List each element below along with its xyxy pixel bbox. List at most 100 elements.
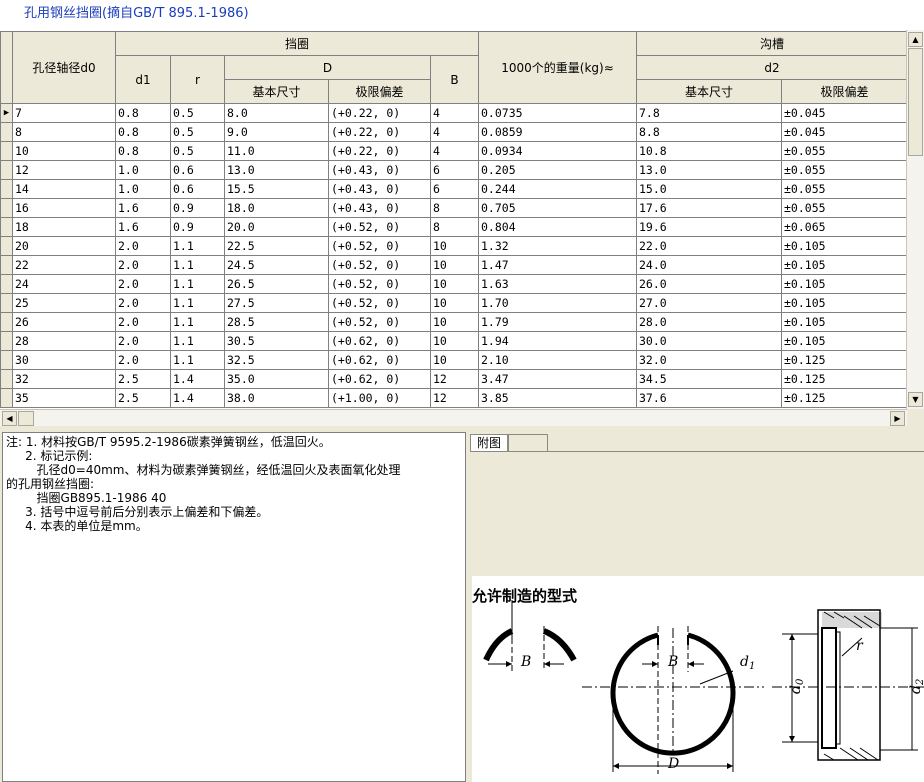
- cell-d2-basic[interactable]: 7.8: [636, 103, 782, 123]
- tab-figure[interactable]: 附图: [470, 434, 509, 452]
- cell-r[interactable]: 0.5: [170, 103, 225, 123]
- cell-D-tolerance[interactable]: (+0.52, 0): [328, 255, 431, 275]
- cell-D-tolerance[interactable]: (+0.52, 0): [328, 274, 431, 294]
- cell-hole-dia[interactable]: 20: [12, 236, 116, 256]
- col-header-r[interactable]: r: [170, 55, 225, 104]
- col-header-d2-tolerance[interactable]: 极限偏差: [781, 79, 908, 104]
- row-selector[interactable]: [0, 274, 13, 294]
- table-row[interactable]: 20 2.0 1.1 22.5 (+0.52, 0) 10 1.32 22.0 ±0.105: [0, 236, 908, 256]
- cell-D-tolerance[interactable]: (+0.22, 0): [328, 141, 431, 161]
- row-selector[interactable]: [0, 331, 13, 351]
- cell-B[interactable]: 4: [430, 122, 479, 142]
- cell-B[interactable]: 8: [430, 217, 479, 237]
- cell-weight[interactable]: 0.705: [478, 198, 637, 218]
- cell-r[interactable]: 1.1: [170, 236, 225, 256]
- cell-D-tolerance[interactable]: (+0.22, 0): [328, 122, 431, 142]
- table-row[interactable]: 30 2.0 1.1 32.5 (+0.62, 0) 10 2.10 32.0 ±0.125: [0, 350, 908, 370]
- cell-d1[interactable]: 2.0: [115, 274, 171, 294]
- scroll-up-icon[interactable]: ▲: [908, 32, 923, 47]
- cell-d2-basic[interactable]: 30.0: [636, 331, 782, 351]
- cell-d2-tolerance[interactable]: ±0.105: [781, 312, 908, 332]
- cell-D-tolerance[interactable]: (+0.62, 0): [328, 350, 431, 370]
- cell-D-tolerance[interactable]: (+0.52, 0): [328, 236, 431, 256]
- cell-B[interactable]: 10: [430, 312, 479, 332]
- cell-hole-dia[interactable]: 18: [12, 217, 116, 237]
- cell-B[interactable]: 10: [430, 255, 479, 275]
- cell-d2-tolerance[interactable]: ±0.105: [781, 274, 908, 294]
- cell-d2-basic[interactable]: 10.8: [636, 141, 782, 161]
- cell-d2-tolerance[interactable]: ±0.105: [781, 331, 908, 351]
- cell-D-basic[interactable]: 11.0: [224, 141, 329, 161]
- cell-d2-basic[interactable]: 28.0: [636, 312, 782, 332]
- cell-D-basic[interactable]: 26.5: [224, 274, 329, 294]
- notes-textbox[interactable]: 注: 1. 材料按GB/T 9595.2-1986碳素弹簧钢丝，低温回火。 2.…: [2, 432, 466, 782]
- cell-hole-dia[interactable]: 7: [12, 103, 116, 123]
- cell-d1[interactable]: 2.5: [115, 369, 171, 389]
- cell-D-basic[interactable]: 18.0: [224, 198, 329, 218]
- cell-D-tolerance[interactable]: (+0.62, 0): [328, 369, 431, 389]
- cell-r[interactable]: 1.1: [170, 350, 225, 370]
- cell-D-basic[interactable]: 30.5: [224, 331, 329, 351]
- cell-d1[interactable]: 0.8: [115, 103, 171, 123]
- cell-d1[interactable]: 2.0: [115, 312, 171, 332]
- cell-d1[interactable]: 2.0: [115, 236, 171, 256]
- row-selector[interactable]: [0, 160, 13, 180]
- cell-D-basic[interactable]: 22.5: [224, 236, 329, 256]
- cell-D-basic[interactable]: 35.0: [224, 369, 329, 389]
- cell-r[interactable]: 1.1: [170, 312, 225, 332]
- cell-r[interactable]: 1.1: [170, 255, 225, 275]
- cell-D-basic[interactable]: 27.5: [224, 293, 329, 313]
- cell-D-tolerance[interactable]: (+0.52, 0): [328, 293, 431, 313]
- cell-weight[interactable]: 0.0934: [478, 141, 637, 161]
- cell-d1[interactable]: 2.0: [115, 255, 171, 275]
- cell-d2-tolerance[interactable]: ±0.055: [781, 198, 908, 218]
- row-selector[interactable]: [0, 236, 13, 256]
- cell-hole-dia[interactable]: 30: [12, 350, 116, 370]
- cell-weight[interactable]: 0.244: [478, 179, 637, 199]
- table-row[interactable]: 24 2.0 1.1 26.5 (+0.52, 0) 10 1.63 26.0 ±0.105: [0, 274, 908, 294]
- row-selector[interactable]: [0, 198, 13, 218]
- cell-B[interactable]: 6: [430, 179, 479, 199]
- table-row[interactable]: 35 2.5 1.4 38.0 (+1.00, 0) 12 3.85 37.6 ±0.125: [0, 388, 908, 408]
- cell-d2-basic[interactable]: 19.6: [636, 217, 782, 237]
- cell-d1[interactable]: 0.8: [115, 141, 171, 161]
- col-header-hole-dia[interactable]: 孔径轴径d0: [12, 31, 116, 104]
- col-header-D-basic[interactable]: 基本尺寸: [224, 79, 329, 104]
- col-header-d2-basic[interactable]: 基本尺寸: [636, 79, 782, 104]
- table-row[interactable]: ▶ 7 0.8 0.5 8.0 (+0.22, 0) 4 0.0735 7.8 ±0.045: [0, 103, 908, 123]
- cell-D-tolerance[interactable]: (+0.43, 0): [328, 179, 431, 199]
- cell-D-tolerance[interactable]: (+1.00, 0): [328, 388, 431, 408]
- col-header-B[interactable]: B: [430, 55, 479, 104]
- table-row[interactable]: 14 1.0 0.6 15.5 (+0.43, 0) 6 0.244 15.0 ±0.055: [0, 179, 908, 199]
- cell-D-basic[interactable]: 20.0: [224, 217, 329, 237]
- row-selector[interactable]: [0, 350, 13, 370]
- cell-D-basic[interactable]: 13.0: [224, 160, 329, 180]
- cell-r[interactable]: 0.9: [170, 198, 225, 218]
- cell-r[interactable]: 0.5: [170, 122, 225, 142]
- table-row[interactable]: 10 0.8 0.5 11.0 (+0.22, 0) 4 0.0934 10.8 ±0.055: [0, 141, 908, 161]
- row-selector[interactable]: [0, 255, 13, 275]
- cell-hole-dia[interactable]: 28: [12, 331, 116, 351]
- cell-hole-dia[interactable]: 8: [12, 122, 116, 142]
- row-selector[interactable]: [0, 179, 13, 199]
- cell-d2-basic[interactable]: 34.5: [636, 369, 782, 389]
- cell-hole-dia[interactable]: 32: [12, 369, 116, 389]
- cell-d1[interactable]: 1.6: [115, 217, 171, 237]
- scroll-right-icon[interactable]: ▶: [890, 411, 905, 426]
- table-row[interactable]: 12 1.0 0.6 13.0 (+0.43, 0) 6 0.205 13.0 ±0.055: [0, 160, 908, 180]
- cell-d2-tolerance[interactable]: ±0.105: [781, 255, 908, 275]
- col-header-weight[interactable]: 1000个的重量(kg)≈: [478, 31, 637, 104]
- cell-hole-dia[interactable]: 12: [12, 160, 116, 180]
- tab-blank[interactable]: [508, 434, 549, 452]
- row-selector[interactable]: [0, 369, 13, 389]
- cell-hole-dia[interactable]: 22: [12, 255, 116, 275]
- cell-hole-dia[interactable]: 10: [12, 141, 116, 161]
- cell-d1[interactable]: 2.0: [115, 331, 171, 351]
- cell-d2-basic[interactable]: 22.0: [636, 236, 782, 256]
- cell-B[interactable]: 12: [430, 388, 479, 408]
- cell-B[interactable]: 10: [430, 350, 479, 370]
- cell-weight[interactable]: 0.0735: [478, 103, 637, 123]
- cell-B[interactable]: 4: [430, 141, 479, 161]
- cell-r[interactable]: 0.6: [170, 179, 225, 199]
- row-selector[interactable]: [0, 122, 13, 142]
